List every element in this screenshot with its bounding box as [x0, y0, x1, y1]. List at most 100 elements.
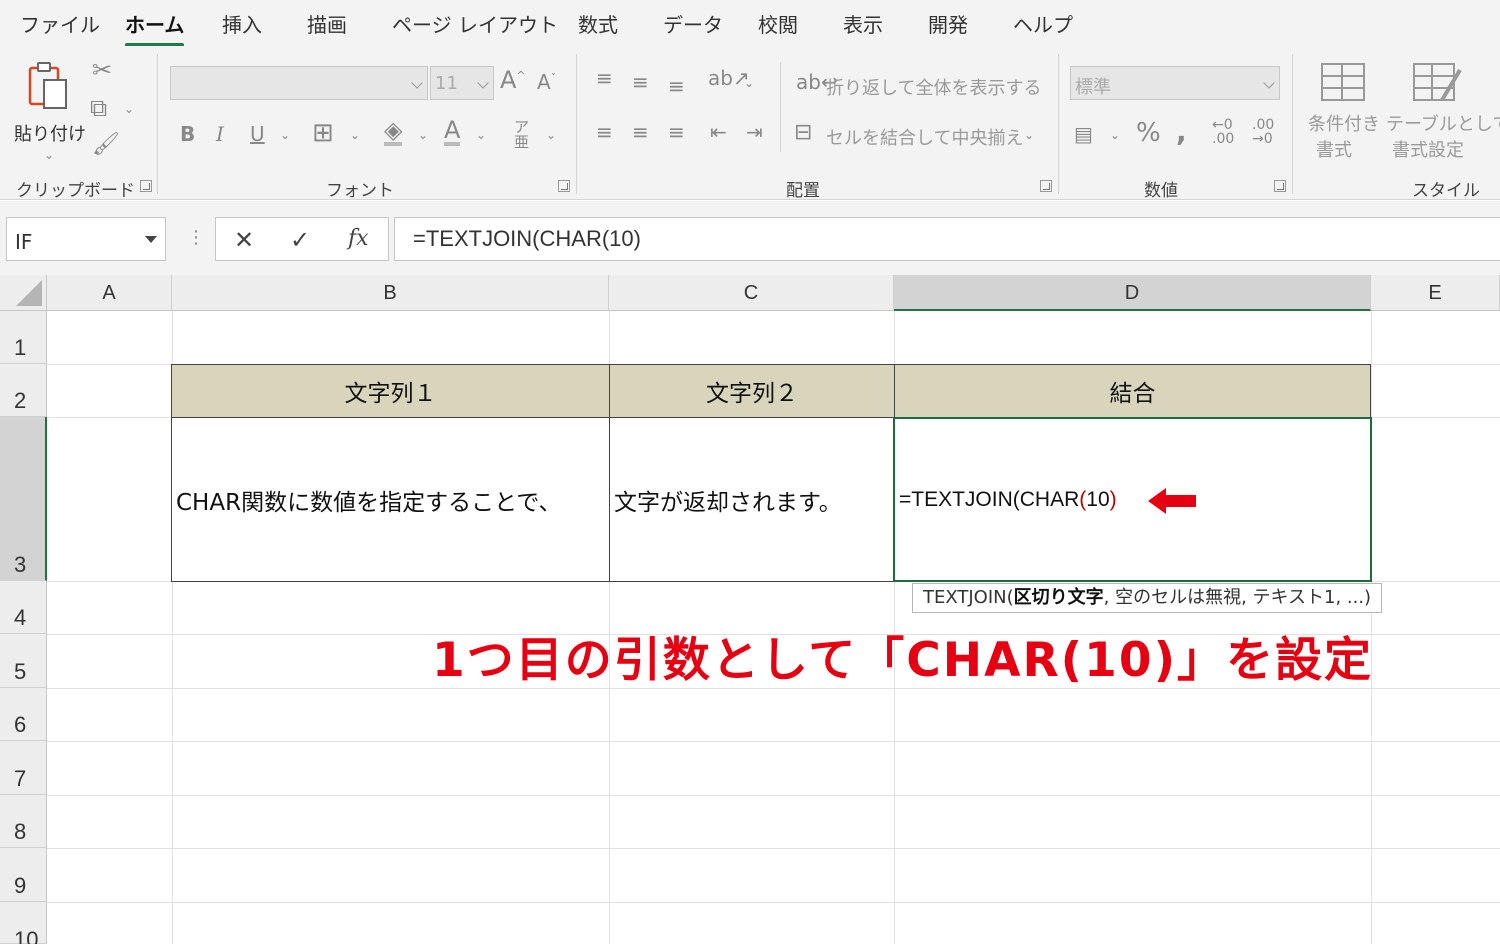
decrease-indent-icon[interactable]: ⇤ — [710, 122, 727, 142]
row-header-1[interactable]: 1 — [0, 311, 47, 364]
chevron-down-icon[interactable] — [145, 236, 157, 243]
cell-b3[interactable]: CHAR関数に数値を指定することで、 — [171, 417, 610, 582]
merge-center-icon[interactable]: ⊟ — [794, 122, 812, 144]
borders-icon[interactable]: ⊞ — [312, 120, 334, 146]
tab-review[interactable]: 校閲 — [758, 9, 798, 38]
align-right-icon[interactable]: ≡ — [668, 122, 685, 142]
chevron-down-icon[interactable]: ⌄ — [1024, 128, 1034, 142]
cell-d3-active[interactable]: =TEXTJOIN(CHAR(10) — [893, 417, 1372, 582]
conditional-formatting-icon — [1321, 63, 1365, 101]
cut-icon[interactable]: ✂ — [92, 58, 112, 82]
chevron-down-icon[interactable]: ⌄ — [546, 128, 556, 142]
table-header-string2[interactable]: 文字列２ — [609, 364, 895, 418]
tab-data[interactable]: データ — [663, 9, 723, 38]
alignment-launcher-icon[interactable] — [1040, 180, 1052, 192]
tab-draw[interactable]: 描画 — [307, 9, 347, 38]
row-header-2[interactable]: 2 — [0, 364, 47, 417]
tab-insert[interactable]: 挿入 — [222, 9, 262, 38]
tab-file[interactable]: ファイル — [20, 9, 100, 38]
chevron-down-icon[interactable]: ⌄ — [418, 128, 428, 142]
number-format-select[interactable]: 標準 — [1070, 66, 1280, 100]
tab-formulas[interactable]: 数式 — [578, 9, 618, 38]
formula-input[interactable]: =TEXTJOIN(CHAR(10) — [394, 217, 1500, 261]
tab-home[interactable]: ホーム — [125, 9, 185, 47]
align-middle-icon[interactable]: ≡ — [632, 72, 649, 92]
select-all-button[interactable] — [0, 275, 47, 311]
wrap-text-button[interactable]: 折り返して全体を表示する — [826, 74, 1041, 100]
tab-developer[interactable]: 開発 — [928, 9, 968, 38]
insert-function-icon[interactable]: fx — [348, 226, 369, 251]
percent-icon[interactable]: % — [1136, 120, 1161, 146]
align-bottom-icon[interactable]: ≡ — [668, 76, 685, 96]
phonetic-icon[interactable]: ア亜 — [514, 120, 529, 150]
row-header-9[interactable]: 9 — [0, 848, 47, 902]
formula-bar-grip-icon: ⋮ — [187, 227, 205, 248]
italic-button[interactable]: I — [216, 124, 224, 144]
cell-d3-paren-close: ) — [1109, 487, 1117, 511]
merge-center-button[interactable]: セルを結合して中央揃え — [826, 124, 1023, 150]
table-header-string1[interactable]: 文字列１ — [171, 364, 610, 418]
font-size-select[interactable]: 11 — [430, 66, 494, 100]
cell-c3[interactable]: 文字が返却されます。 — [609, 417, 895, 582]
currency-icon[interactable]: ▤ — [1074, 124, 1093, 144]
separator — [157, 54, 158, 194]
decrease-decimal-icon[interactable]: .00 →0 — [1252, 118, 1274, 146]
format-painter-icon[interactable]: 🖌 — [92, 134, 120, 156]
chevron-down-icon[interactable]: ⌄ — [280, 128, 290, 142]
comma-style-icon[interactable]: , — [1176, 118, 1187, 146]
copy-icon[interactable]: ⧉ — [90, 96, 107, 120]
column-header-d[interactable]: D — [894, 275, 1371, 311]
increase-font-size-icon[interactable]: A^ — [500, 68, 526, 92]
row-header-3[interactable]: 3 — [0, 417, 47, 581]
font-color-icon[interactable]: A — [444, 118, 461, 146]
function-tooltip[interactable]: TEXTJOIN(区切り文字, 空のセルは無視, テキスト1, ...) — [912, 583, 1383, 613]
tooltip-func: TEXTJOIN( — [923, 587, 1014, 608]
decrease-font-size-icon[interactable]: Aˇ — [537, 72, 556, 92]
tab-help[interactable]: ヘルプ — [1013, 9, 1073, 38]
separator — [1058, 54, 1059, 194]
conditional-formatting-button[interactable]: 条件付き 書式 — [1304, 58, 1384, 168]
increase-decimal-icon[interactable]: ←0.00 — [1212, 118, 1234, 146]
conditional-formatting-line1: 条件付き — [1308, 114, 1380, 135]
font-name-select[interactable] — [170, 66, 428, 100]
format-as-table-button[interactable]: テーブルとして 書式設定 — [1386, 58, 1500, 168]
bold-button[interactable]: B — [180, 124, 195, 144]
format-as-table-icon — [1413, 63, 1462, 102]
column-header-b[interactable]: B — [172, 275, 609, 311]
chevron-down-icon[interactable]: ⌄ — [1110, 128, 1120, 142]
worksheet-grid[interactable]: A B C D E 1 2 3 4 5 6 7 8 9 10 文字列１ 文字列２… — [0, 275, 1500, 944]
formula-buttons: ✕ ✓ fx — [215, 217, 389, 261]
cell-d3-formula-prefix: =TEXTJOIN(CHAR — [899, 487, 1080, 511]
name-box[interactable]: IF — [6, 217, 166, 261]
column-header-c[interactable]: C — [609, 275, 894, 311]
row-header-5[interactable]: 5 — [0, 634, 47, 688]
align-top-icon[interactable]: ≡ — [596, 68, 613, 88]
row-header-10[interactable]: 10 — [0, 902, 47, 944]
column-header-e[interactable]: E — [1371, 275, 1500, 311]
row-header-8[interactable]: 8 — [0, 795, 47, 848]
cancel-icon[interactable]: ✕ — [234, 226, 254, 254]
paste-button[interactable]: 貼り付け ⌄ — [12, 56, 86, 166]
fill-color-icon[interactable]: ◈ — [384, 118, 403, 146]
align-left-icon[interactable]: ≡ — [596, 122, 613, 142]
row-header-6[interactable]: 6 — [0, 688, 47, 741]
separator — [1292, 54, 1293, 194]
chevron-down-icon[interactable]: ⌄ — [744, 76, 754, 90]
underline-button[interactable]: U — [250, 124, 265, 144]
clipboard-launcher-icon[interactable] — [140, 180, 152, 192]
align-center-icon[interactable]: ≡ — [632, 122, 649, 142]
separator — [576, 54, 577, 194]
chevron-down-icon[interactable]: ⌄ — [476, 128, 486, 142]
table-header-combined[interactable]: 結合 — [894, 364, 1371, 418]
tab-page-layout[interactable]: ページ レイアウト — [392, 9, 558, 38]
number-launcher-icon[interactable] — [1274, 180, 1286, 192]
font-launcher-icon[interactable] — [558, 180, 570, 192]
increase-indent-icon[interactable]: ⇥ — [746, 122, 763, 142]
chevron-down-icon[interactable]: ⌄ — [124, 102, 134, 116]
enter-icon[interactable]: ✓ — [290, 226, 310, 254]
chevron-down-icon[interactable]: ⌄ — [350, 128, 360, 142]
column-header-a[interactable]: A — [47, 275, 172, 311]
row-header-7[interactable]: 7 — [0, 741, 47, 795]
row-header-4[interactable]: 4 — [0, 581, 47, 634]
tab-view[interactable]: 表示 — [843, 9, 883, 38]
